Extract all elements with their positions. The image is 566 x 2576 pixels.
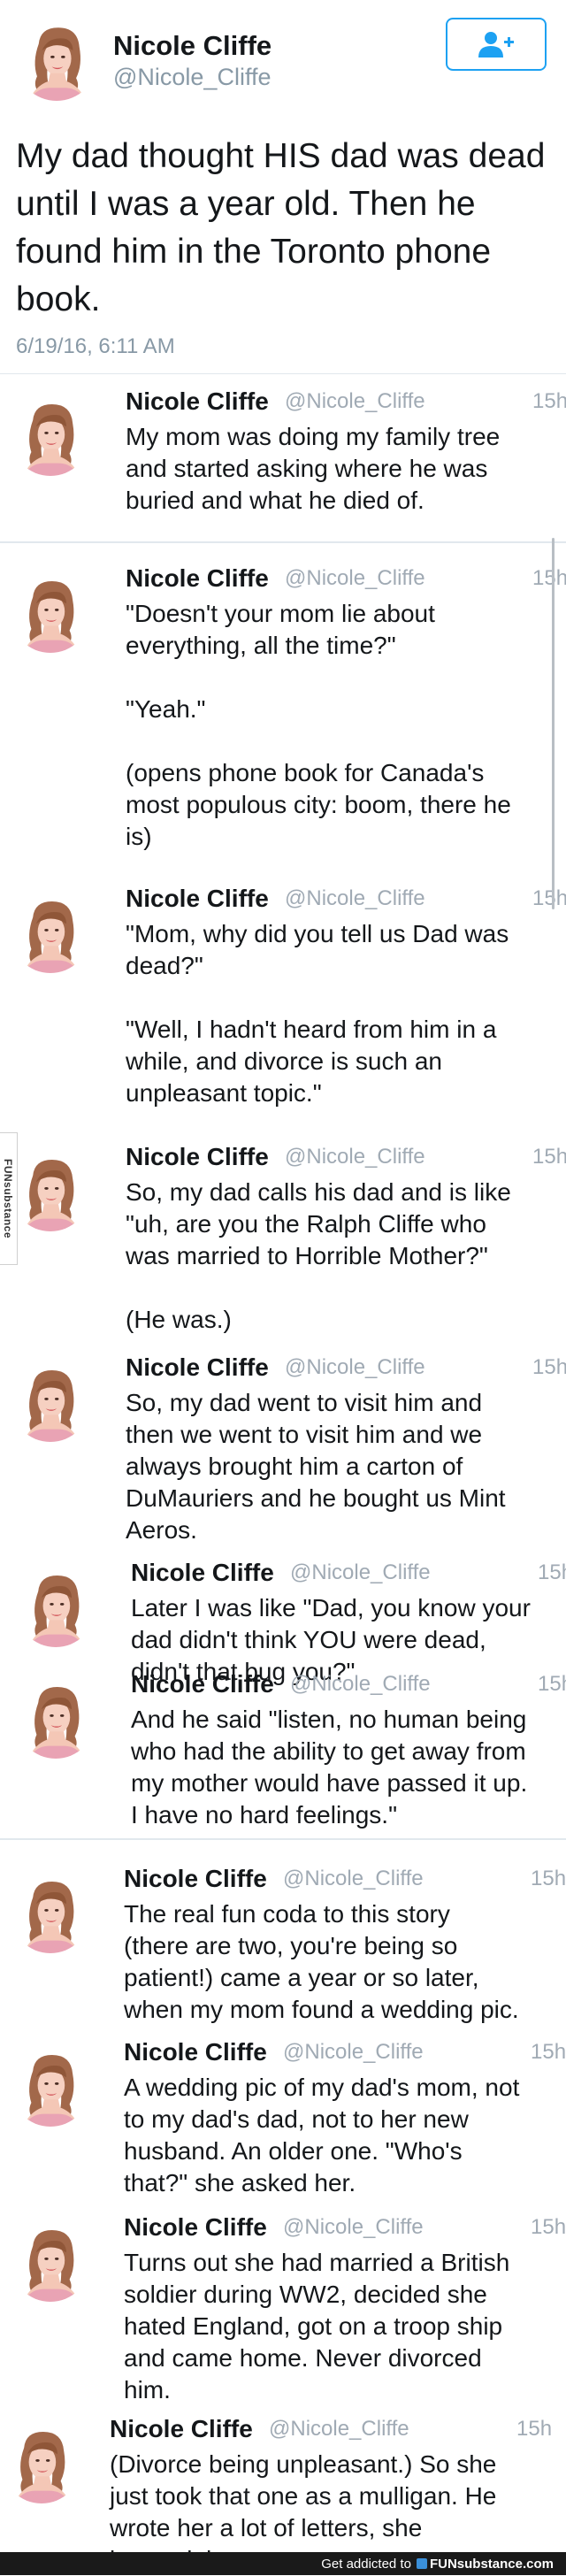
avatar-image [11,2222,90,2302]
funsubstance-logo-icon [416,2558,427,2569]
avatar[interactable] [11,1152,90,1231]
avatar[interactable] [11,1874,90,1953]
reply-author-handle[interactable]: @Nicole_Cliffe [285,1355,425,1380]
reply-text: My mom was doing my family tree and star… [126,423,501,514]
reply-author-name[interactable]: Nicole Cliffe [110,2415,253,2443]
avatar[interactable] [16,19,97,101]
reply-time[interactable]: 15h [532,566,566,591]
reply-time[interactable]: 15h [531,2040,566,2065]
reply-text: A wedding pic of my dad's mom, not to my… [124,2074,520,2196]
reply-author-name[interactable]: Nicole Cliffe [126,885,269,913]
avatar-image [11,1874,90,1953]
footer-prefix: Get addicted to [321,2556,411,2572]
avatar-image [11,396,90,476]
avatar-image [11,1152,90,1231]
scrollbar[interactable] [552,538,555,909]
footer-banner[interactable]: Get addicted to FUN substance.com [0,2552,566,2575]
reply-time[interactable]: 15h [538,1560,566,1585]
reply-time[interactable]: 15h [532,1355,566,1380]
reply-time[interactable]: 15h [516,2417,552,2442]
avatar-image [16,1568,96,1647]
avatar[interactable] [11,396,90,476]
reply-author-name[interactable]: Nicole Cliffe [131,1670,274,1698]
avatar[interactable] [11,2047,90,2127]
reply-author-name[interactable]: Nicole Cliffe [126,564,269,593]
avatar-image [16,19,97,101]
side-watermark-text: FUNsubstance [2,1158,15,1239]
avatar-image [2,2424,81,2503]
tweet-timestamp[interactable]: 6/19/16, 6:11 AM [16,334,175,359]
reply-text: So, my dad calls his dad and is like "uh… [126,1178,511,1333]
avatar-image [11,893,90,973]
reply-time[interactable]: 15h [532,886,566,911]
reply-time[interactable]: 15h [532,389,566,414]
reply-author-name[interactable]: Nicole Cliffe [124,2038,267,2066]
reply-author-handle[interactable]: @Nicole_Cliffe [285,566,425,591]
reply-author-handle[interactable]: @Nicole_Cliffe [283,2215,424,2240]
avatar-image [16,1679,96,1759]
reply-author-handle[interactable]: @Nicole_Cliffe [285,389,425,414]
footer-brand-fun: FUN [429,2556,457,2572]
avatar-image [11,2047,90,2127]
reply-author-handle[interactable]: @Nicole_Cliffe [290,1672,431,1697]
reply-author-handle[interactable]: @Nicole_Cliffe [285,1145,425,1169]
avatar-image [11,573,90,653]
reply-author-name[interactable]: Nicole Cliffe [131,1559,274,1587]
side-watermark: FUNsubstance [0,1132,18,1265]
reply-author-handle[interactable]: @Nicole_Cliffe [285,886,425,911]
add-user-icon [478,32,514,58]
reply-author-name[interactable]: Nicole Cliffe [124,1865,267,1893]
reply-text: "Mom, why did you tell us Dad was dead?"… [126,920,509,1107]
avatar[interactable] [16,1568,96,1647]
reply-author-name[interactable]: Nicole Cliffe [126,1353,269,1382]
avatar[interactable] [2,2424,81,2503]
reply-text: "Doesn't your mom lie about everything, … [126,600,511,850]
reply-time[interactable]: 15h [531,2215,566,2240]
tweet-text: My dad thought HIS dad was dead until I … [16,137,546,318]
avatar[interactable] [11,1362,90,1442]
reply-time[interactable]: 15h [538,1672,566,1697]
reply-author-handle[interactable]: @Nicole_Cliffe [269,2417,409,2442]
divider [0,541,566,543]
avatar[interactable] [11,2222,90,2302]
reply-author-name[interactable]: Nicole Cliffe [124,2213,267,2242]
reply-time[interactable]: 15h [531,1867,566,1891]
divider [0,1838,566,1840]
footer-brand-rest: substance.com [456,2556,554,2572]
reply-text: So, my dad went to visit him and then we… [126,1389,506,1544]
avatar-image [11,1362,90,1442]
reply-text: And he said "listen, no human being who … [131,1706,528,1828]
author-name[interactable]: Nicole Cliffe [113,30,272,62]
reply-author-name[interactable]: Nicole Cliffe [126,387,269,416]
reply-author-handle[interactable]: @Nicole_Cliffe [290,1560,431,1585]
reply-author-name[interactable]: Nicole Cliffe [126,1143,269,1171]
avatar[interactable] [11,573,90,653]
main-tweet: Nicole Cliffe @Nicole_Cliffe My dad thou… [0,0,566,372]
follow-button[interactable] [446,18,547,71]
avatar[interactable] [16,1679,96,1759]
reply-author-handle[interactable]: @Nicole_Cliffe [283,2040,424,2065]
author-handle[interactable]: @Nicole_Cliffe [113,64,271,91]
reply-author-handle[interactable]: @Nicole_Cliffe [283,1867,424,1891]
reply-text: The real fun coda to this story (there a… [124,1900,519,2023]
reply-text: Turns out she had married a British sold… [124,2249,510,2404]
divider [0,373,566,374]
reply-time[interactable]: 15h [532,1145,566,1169]
avatar[interactable] [11,893,90,973]
